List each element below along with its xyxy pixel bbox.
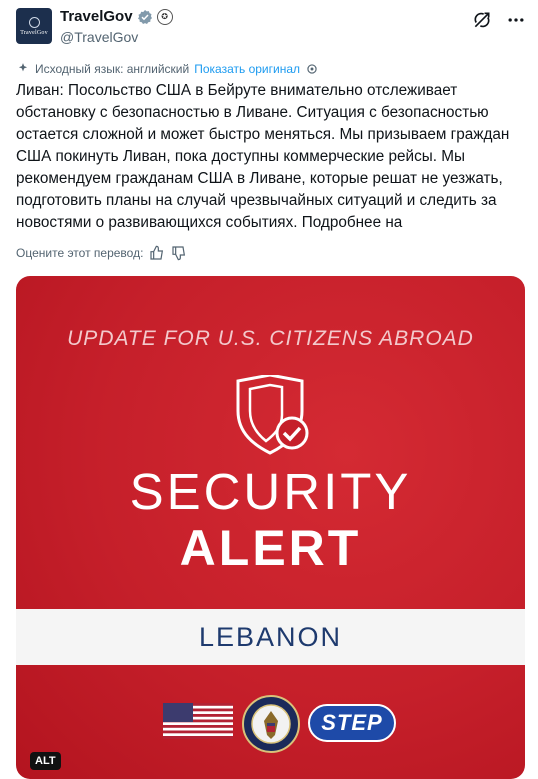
alt-badge[interactable]: ALT <box>30 752 61 770</box>
government-seal-icon: ✪ <box>156 8 173 25</box>
alert-title: ALERT <box>179 520 362 576</box>
thumbs-up-icon[interactable] <box>149 245 165 261</box>
translate-icon <box>18 63 28 72</box>
handle[interactable]: @TravelGov <box>60 29 138 45</box>
seal-icon <box>28 16 40 28</box>
show-original-link[interactable]: Показать оригинал <box>194 62 300 76</box>
rate-translation: Оцените этот перевод: <box>16 245 187 261</box>
media-image[interactable]: UPDATE FOR U.S. CITIZENS ABROAD SECURITY… <box>16 276 525 779</box>
thumbs-down-icon[interactable] <box>171 245 187 261</box>
name-row: TravelGov ✪ <box>60 8 173 25</box>
tweet-text: Ливан: Посольство США в Бейруте внимател… <box>16 82 510 231</box>
step-logo: STEP <box>308 704 396 742</box>
state-department-seal-icon <box>242 695 300 753</box>
security-title: SECURITY <box>129 463 412 520</box>
top-actions <box>472 10 526 30</box>
verified-badge-icon <box>137 9 152 24</box>
step-label: STEP <box>321 710 383 735</box>
media-heading: UPDATE FOR U.S. CITIZENS ABROAD <box>67 327 474 350</box>
rate-translation-label: Оцените этот перевод: <box>16 246 144 260</box>
country-band: LEBANON <box>16 609 525 665</box>
avatar[interactable]: TravelGov <box>16 8 52 44</box>
translation-notice: Исходный язык: английский Показать ориги… <box>16 62 319 76</box>
source-language-label: Исходный язык: английский <box>35 62 190 76</box>
tweet-header: TravelGov TravelGov ✪ @TravelGov <box>16 8 526 48</box>
us-flag-icon <box>163 703 233 739</box>
more-icon[interactable] <box>506 10 526 30</box>
shield-check-icon <box>236 375 309 455</box>
settings-icon[interactable] <box>305 62 319 76</box>
display-name[interactable]: TravelGov <box>60 8 133 25</box>
avatar-text: TravelGov <box>20 29 48 36</box>
country-name: LEBANON <box>198 621 343 652</box>
grok-icon[interactable] <box>472 10 492 30</box>
